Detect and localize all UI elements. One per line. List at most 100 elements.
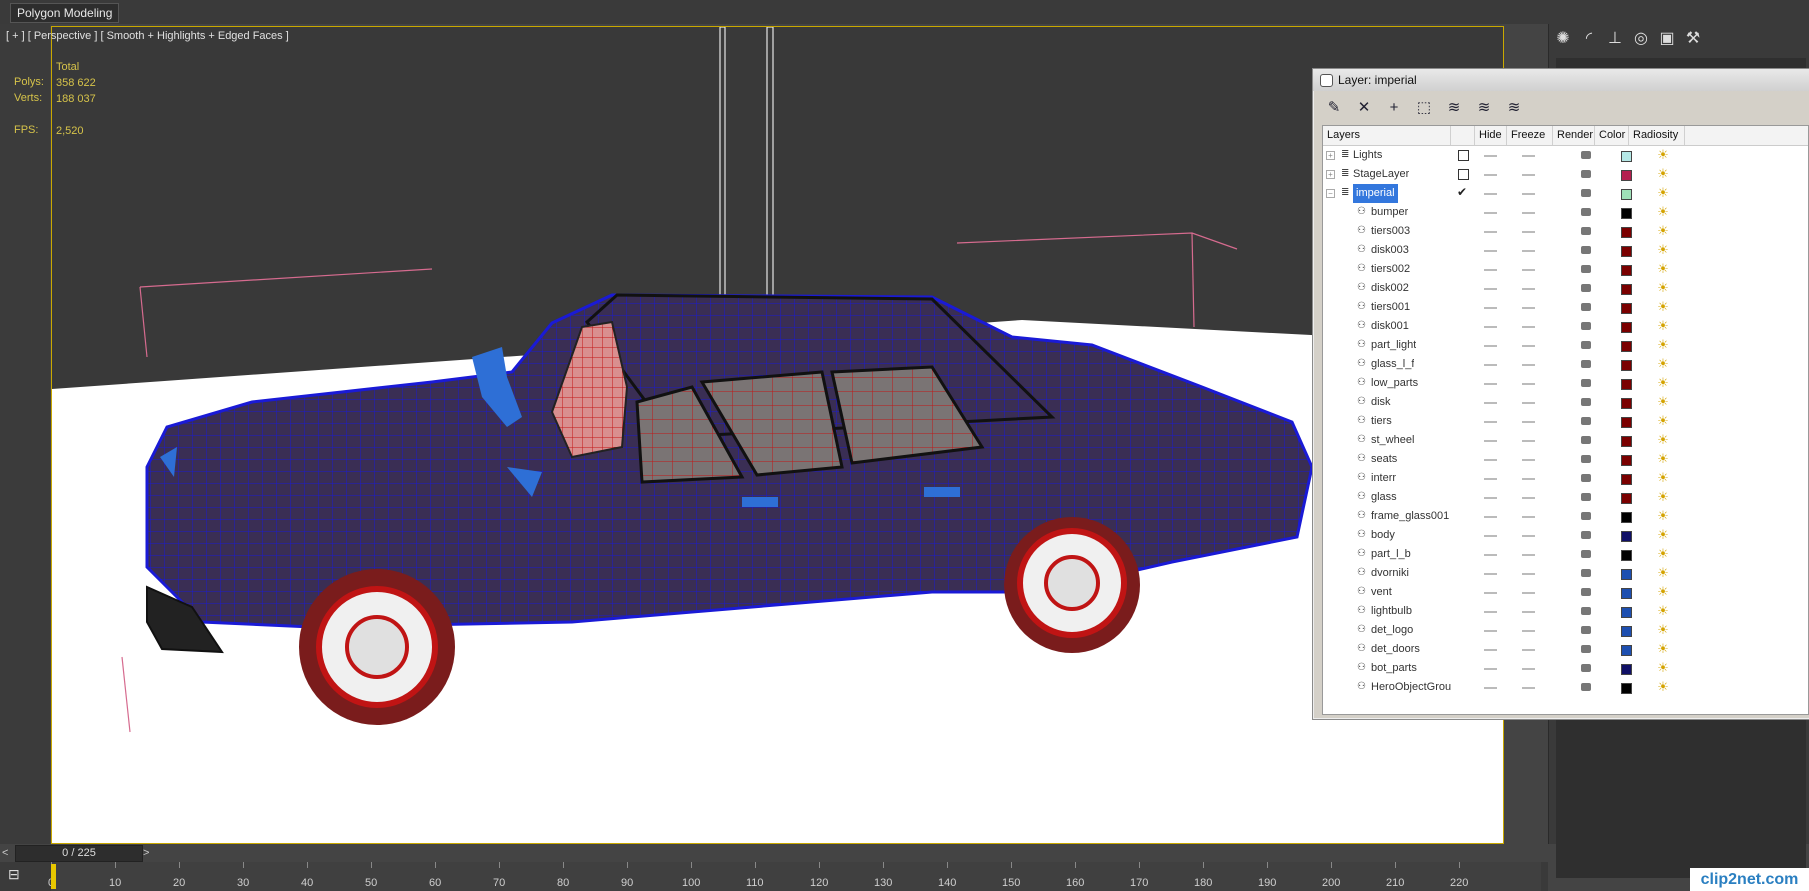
freeze-toggle[interactable] xyxy=(1522,288,1535,290)
set-current-checkbox[interactable] xyxy=(1458,150,1469,161)
render-teapot-icon[interactable] xyxy=(1581,664,1591,672)
object-row[interactable]: ⚇ HeroObjectGrou ☀ xyxy=(1323,678,1808,697)
render-teapot-icon[interactable] xyxy=(1581,607,1591,615)
time-slider-next-button[interactable]: > xyxy=(143,846,155,860)
row-name[interactable]: st_wheel xyxy=(1371,431,1414,450)
render-teapot-icon[interactable] xyxy=(1581,683,1591,691)
current-layer-check-icon[interactable]: ✔ xyxy=(1457,185,1467,199)
curve-editor-icon[interactable]: ⊟ xyxy=(8,866,30,882)
color-swatch[interactable] xyxy=(1621,550,1632,561)
color-swatch[interactable] xyxy=(1621,398,1632,409)
hide-toggle[interactable] xyxy=(1484,668,1497,670)
color-swatch[interactable] xyxy=(1621,569,1632,580)
ribbon-tab-polygon-modeling[interactable]: Polygon Modeling xyxy=(10,3,120,23)
radiosity-icon[interactable]: ☀ xyxy=(1655,242,1671,258)
object-row[interactable]: ⚇ glass_l_f ☀ xyxy=(1323,355,1808,374)
freeze-toggle[interactable] xyxy=(1522,649,1535,651)
freeze-toggle[interactable] xyxy=(1522,459,1535,461)
hide-toggle[interactable] xyxy=(1484,459,1497,461)
radiosity-icon[interactable]: ☀ xyxy=(1655,413,1671,429)
freeze-toggle[interactable] xyxy=(1522,516,1535,518)
hide-toggle[interactable] xyxy=(1484,174,1497,176)
object-row[interactable]: ⚇ interr ☀ xyxy=(1323,469,1808,488)
render-teapot-icon[interactable] xyxy=(1581,322,1591,330)
hide-toggle[interactable] xyxy=(1484,497,1497,499)
render-teapot-icon[interactable] xyxy=(1581,398,1591,406)
hide-toggle[interactable] xyxy=(1484,440,1497,442)
hide-toggle[interactable] xyxy=(1484,345,1497,347)
render-teapot-icon[interactable] xyxy=(1581,189,1591,197)
layer-row[interactable]: + ≣ StageLayer ☀ xyxy=(1323,165,1808,184)
freeze-toggle[interactable] xyxy=(1522,174,1535,176)
col-radiosity[interactable]: Radiosity xyxy=(1629,126,1685,145)
color-swatch[interactable] xyxy=(1621,322,1632,333)
row-name[interactable]: part_l_b xyxy=(1371,545,1411,564)
hide-toggle[interactable] xyxy=(1484,630,1497,632)
row-name[interactable]: disk xyxy=(1371,393,1391,412)
render-teapot-icon[interactable] xyxy=(1581,493,1591,501)
radiosity-icon[interactable]: ☀ xyxy=(1655,660,1671,676)
radiosity-icon[interactable]: ☀ xyxy=(1655,584,1671,600)
time-slider-frame[interactable]: 0 / 225 xyxy=(15,845,143,862)
freeze-toggle[interactable] xyxy=(1522,212,1535,214)
hide-toggle[interactable] xyxy=(1484,212,1497,214)
radiosity-icon[interactable]: ☀ xyxy=(1655,166,1671,182)
render-teapot-icon[interactable] xyxy=(1581,417,1591,425)
freeze-toggle[interactable] xyxy=(1522,630,1535,632)
col-freeze[interactable]: Freeze xyxy=(1507,126,1553,145)
render-teapot-icon[interactable] xyxy=(1581,208,1591,216)
color-swatch[interactable] xyxy=(1621,683,1632,694)
object-row[interactable]: ⚇ disk003 ☀ xyxy=(1323,241,1808,260)
object-row[interactable]: ⚇ det_logo ☀ xyxy=(1323,621,1808,640)
row-name[interactable]: dvorniki xyxy=(1371,564,1409,583)
hide-toggle[interactable] xyxy=(1484,364,1497,366)
hammer-icon[interactable]: ⚒ xyxy=(1682,28,1704,50)
highlight-layer-icon[interactable]: ≋ xyxy=(1443,97,1465,119)
radiosity-icon[interactable]: ☀ xyxy=(1655,185,1671,201)
row-name[interactable]: vent xyxy=(1371,583,1392,602)
hide-toggle[interactable] xyxy=(1484,269,1497,271)
color-swatch[interactable] xyxy=(1621,493,1632,504)
radiosity-icon[interactable]: ☀ xyxy=(1655,679,1671,695)
radiosity-icon[interactable]: ☀ xyxy=(1655,470,1671,486)
row-name[interactable]: glass_l_f xyxy=(1371,355,1414,374)
radiosity-icon[interactable]: ☀ xyxy=(1655,622,1671,638)
color-swatch[interactable] xyxy=(1621,189,1632,200)
radiosity-icon[interactable]: ☀ xyxy=(1655,337,1671,353)
hide-toggle[interactable] xyxy=(1484,155,1497,157)
color-swatch[interactable] xyxy=(1621,626,1632,637)
freeze-toggle[interactable] xyxy=(1522,402,1535,404)
row-name[interactable]: low_parts xyxy=(1371,374,1418,393)
radiosity-icon[interactable]: ☀ xyxy=(1655,565,1671,581)
radiosity-icon[interactable]: ☀ xyxy=(1655,223,1671,239)
render-teapot-icon[interactable] xyxy=(1581,588,1591,596)
row-name[interactable]: tiers002 xyxy=(1371,260,1410,279)
row-name[interactable]: tiers003 xyxy=(1371,222,1410,241)
sun-icon[interactable]: ✺ xyxy=(1552,28,1574,50)
row-name[interactable]: imperial xyxy=(1353,184,1398,203)
freeze-toggle[interactable] xyxy=(1522,155,1535,157)
object-row[interactable]: ⚇ vent ☀ xyxy=(1323,583,1808,602)
radiosity-icon[interactable]: ☀ xyxy=(1655,147,1671,163)
freeze-toggle[interactable] xyxy=(1522,478,1535,480)
hide-toggle[interactable] xyxy=(1484,478,1497,480)
row-name[interactable]: bumper xyxy=(1371,203,1408,222)
object-row[interactable]: ⚇ low_parts ☀ xyxy=(1323,374,1808,393)
hide-toggle[interactable] xyxy=(1484,611,1497,613)
object-row[interactable]: ⚇ disk001 ☀ xyxy=(1323,317,1808,336)
radiosity-icon[interactable]: ☀ xyxy=(1655,508,1671,524)
freeze-all-icon[interactable]: ≋ xyxy=(1503,97,1525,119)
radiosity-icon[interactable]: ☀ xyxy=(1655,299,1671,315)
object-row[interactable]: ⚇ part_l_b ☀ xyxy=(1323,545,1808,564)
radiosity-icon[interactable]: ☀ xyxy=(1655,603,1671,619)
freeze-toggle[interactable] xyxy=(1522,421,1535,423)
color-swatch[interactable] xyxy=(1621,664,1632,675)
time-slider-prev-button[interactable]: < xyxy=(2,846,14,860)
color-swatch[interactable] xyxy=(1621,341,1632,352)
freeze-toggle[interactable] xyxy=(1522,687,1535,689)
add-to-layer-icon[interactable]: + xyxy=(1383,97,1405,119)
freeze-toggle[interactable] xyxy=(1522,497,1535,499)
object-row[interactable]: ⚇ disk ☀ xyxy=(1323,393,1808,412)
render-teapot-icon[interactable] xyxy=(1581,436,1591,444)
render-teapot-icon[interactable] xyxy=(1581,227,1591,235)
